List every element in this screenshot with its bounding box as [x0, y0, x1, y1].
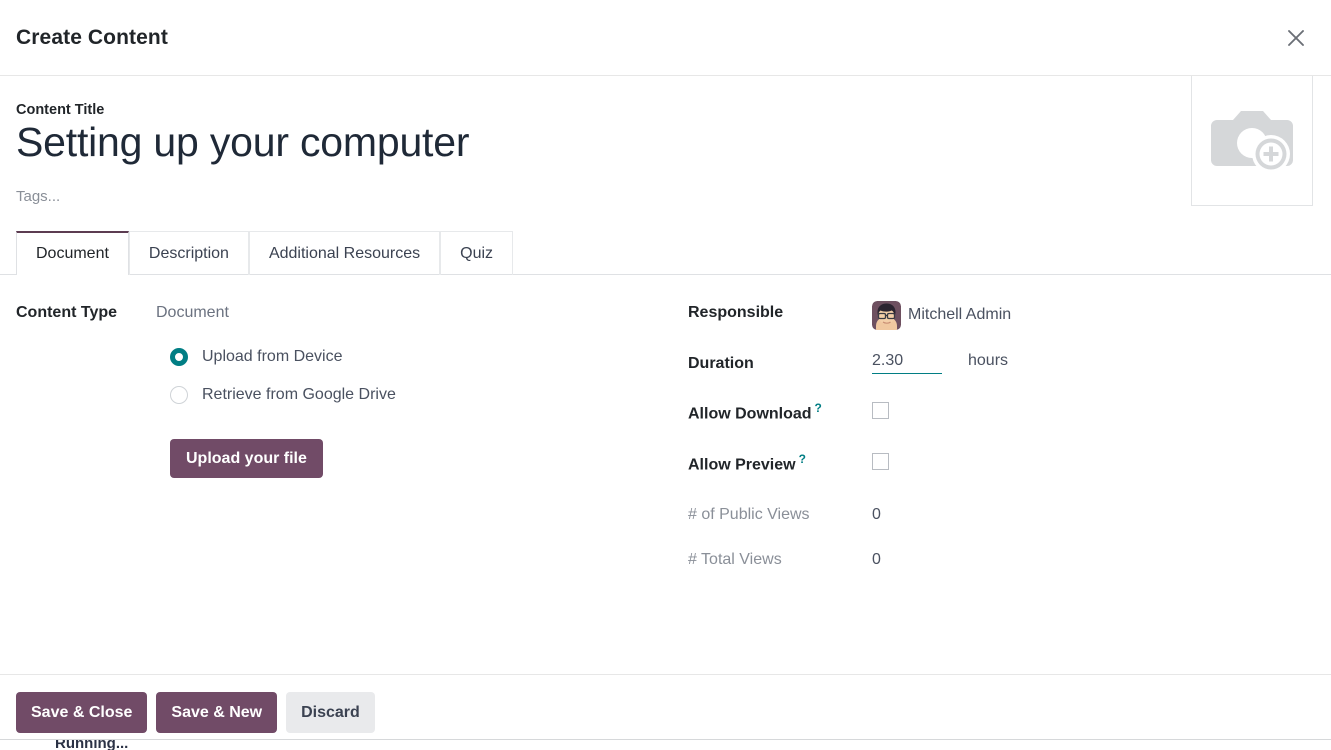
camera-add-icon[interactable]: [1191, 76, 1313, 206]
public-views-value: 0: [872, 505, 881, 523]
dialog-title: Create Content: [16, 25, 168, 49]
field-total-views: # Total Views 0: [688, 548, 1315, 569]
field-public-views: # of Public Views 0: [688, 503, 1315, 524]
background-page-strip: Running...: [0, 739, 1331, 750]
save-close-button[interactable]: Save & Close: [16, 691, 148, 733]
close-icon[interactable]: [1279, 21, 1313, 55]
upload-your-file-button[interactable]: Upload your file: [170, 438, 323, 479]
content-type-label: Content Type: [16, 303, 118, 321]
content-title-label: Content Title: [16, 102, 105, 118]
tab-additional-resources[interactable]: Additional Resources: [248, 230, 441, 275]
field-allow-preview: Allow Preview?: [688, 449, 1315, 474]
tags-input[interactable]: Tags...: [16, 188, 1315, 205]
responsible-name: Mitchell Admin: [908, 306, 1012, 324]
duration-unit: hours: [968, 351, 1009, 369]
tab-description[interactable]: Description: [128, 230, 249, 275]
radio-retrieve-from-google-drive[interactable]: Retrieve from Google Drive: [170, 385, 688, 404]
save-new-button[interactable]: Save & New: [156, 691, 278, 733]
source-options-group: Upload from Device Retrieve from Google …: [170, 347, 688, 479]
duration-input[interactable]: [872, 351, 942, 374]
radio-label-retrieve-from-google-drive: Retrieve from Google Drive: [202, 385, 396, 403]
background-obscured-text: Running...: [55, 739, 129, 750]
allow-preview-label: Allow Preview?: [688, 449, 872, 474]
allow-download-text: Allow Download: [688, 405, 812, 423]
help-icon-allow-preview[interactable]: ?: [799, 452, 806, 466]
create-content-dialog: Create Content Content Title Setting up …: [0, 0, 1331, 750]
responsible-label: Responsible: [688, 303, 784, 321]
field-duration: Duration hours: [688, 351, 1315, 374]
allow-preview-checkbox[interactable]: [872, 453, 889, 471]
title-zone: Content Title Setting up your computer T…: [0, 76, 1331, 206]
radio-label-upload-from-device: Upload from Device: [202, 347, 343, 365]
content-title-input[interactable]: Setting up your computer: [16, 119, 1315, 166]
allow-preview-text: Allow Preview: [688, 456, 796, 474]
discard-button[interactable]: Discard: [286, 691, 375, 733]
dialog-body: Content Title Setting up your computer T…: [0, 76, 1331, 674]
tab-quiz[interactable]: Quiz: [440, 230, 514, 275]
user-avatar: [872, 300, 901, 330]
responsible-value[interactable]: Mitchell Admin: [872, 300, 1012, 330]
field-responsible: Responsible Mitchell Admin: [688, 300, 1315, 330]
public-views-label: # of Public Views: [688, 505, 810, 523]
radio-upload-from-device[interactable]: Upload from Device: [170, 347, 688, 366]
dialog-header: Create Content: [0, 0, 1331, 76]
total-views-value: 0: [872, 550, 881, 568]
field-content-type: Content Type Document: [16, 301, 688, 322]
radio-indicator-unselected[interactable]: [170, 385, 188, 404]
duration-label: Duration: [688, 354, 754, 372]
tab-document[interactable]: Document: [16, 230, 129, 275]
tabs-bar: Document Description Additional Resource…: [0, 230, 1331, 275]
total-views-label: # Total Views: [688, 550, 782, 568]
allow-download-checkbox[interactable]: [872, 401, 889, 419]
form-right-column: Responsible Mitchell Admin Duration 2.30…: [688, 300, 1315, 569]
radio-indicator-selected[interactable]: [170, 347, 188, 366]
help-icon-allow-download[interactable]: ?: [815, 401, 822, 415]
form-left-column: Content Type Document Upload from Device…: [16, 301, 688, 569]
content-type-value: Document: [156, 303, 229, 321]
field-allow-download: Allow Download?: [688, 398, 1315, 423]
form-area: Content Type Document Upload from Device…: [0, 275, 1331, 569]
allow-download-label: Allow Download?: [688, 398, 872, 423]
